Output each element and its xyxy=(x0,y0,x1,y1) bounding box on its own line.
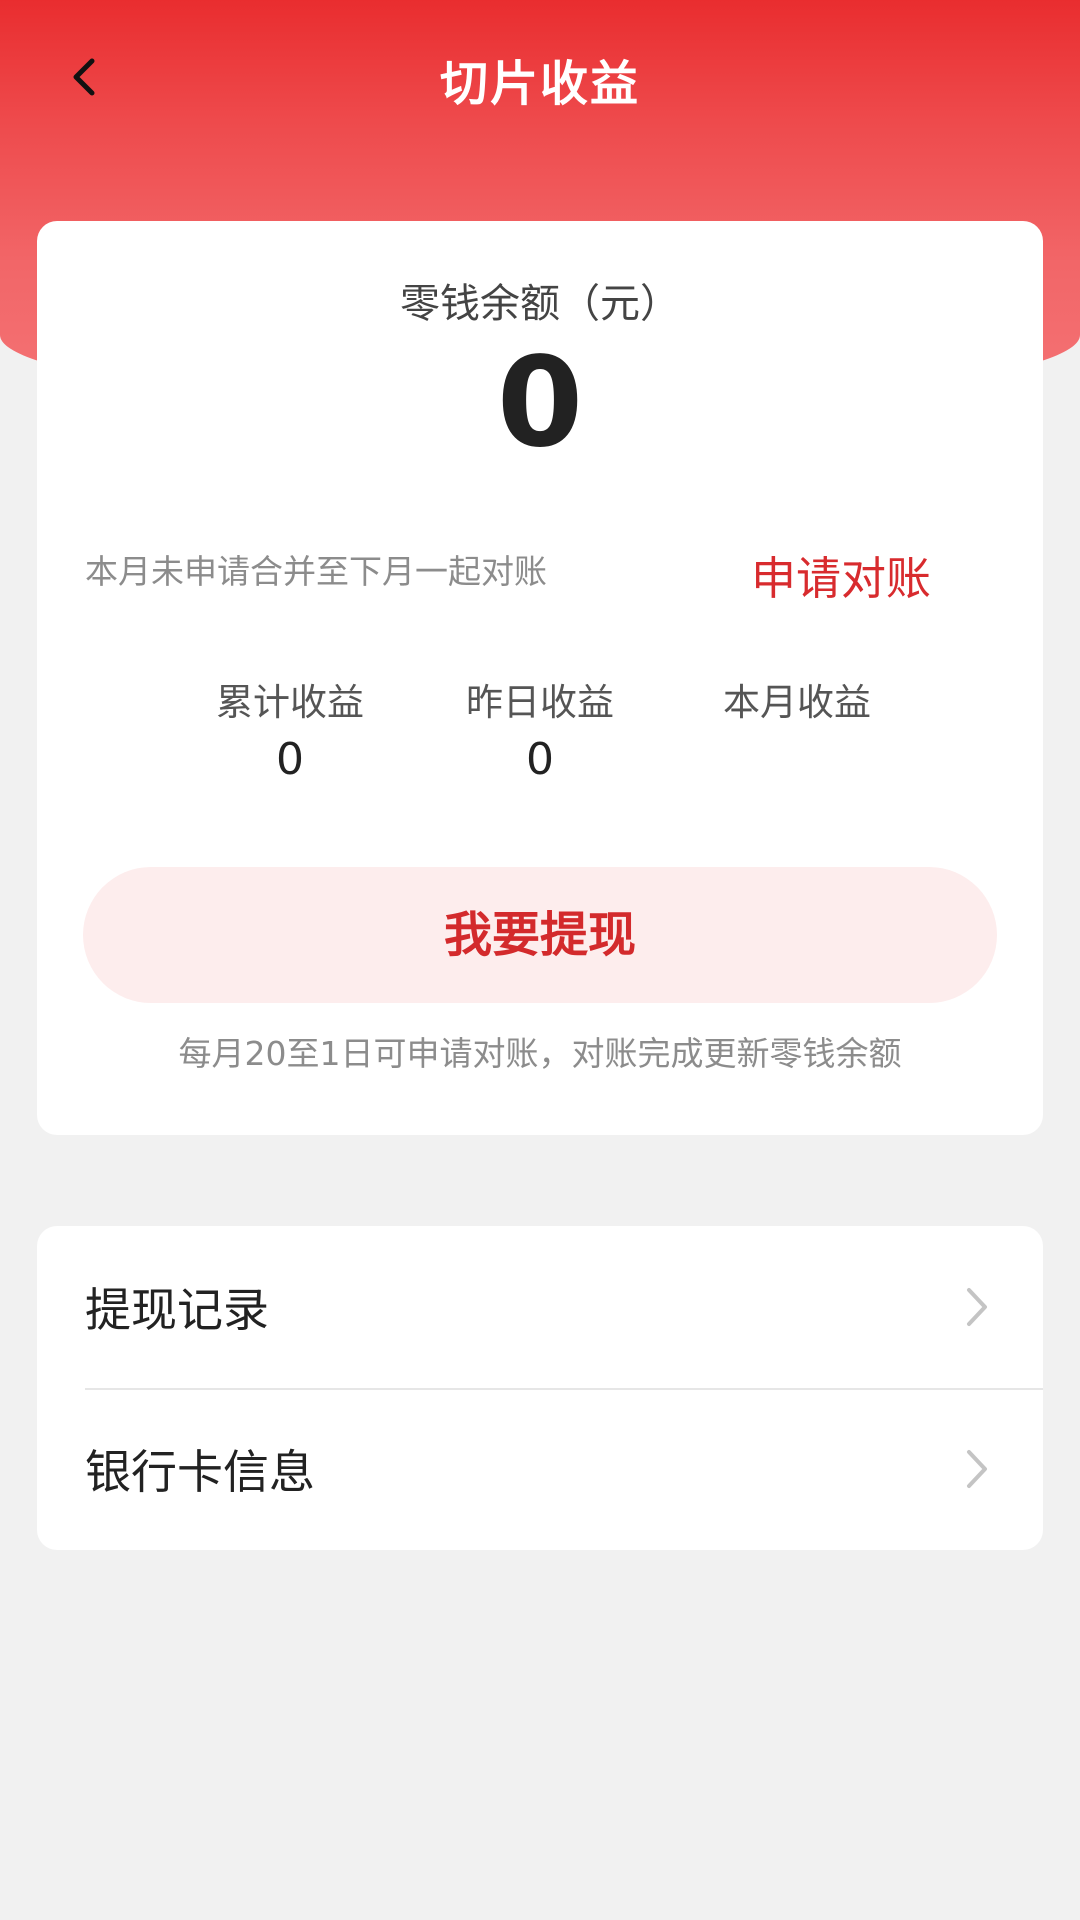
stat-label: 本月收益 xyxy=(723,681,871,724)
stat-total-earnings: 累计收益 0 xyxy=(180,679,400,793)
stat-value: 0 xyxy=(526,734,554,785)
balance-label: 零钱余额（元） xyxy=(400,281,680,327)
stat-label: 昨日收益 xyxy=(466,681,614,724)
menu-item-label: 银行卡信息 xyxy=(85,1445,315,1499)
stat-value: 0 xyxy=(276,734,304,785)
withdraw-hint: 每月20至1日可申请对账，对账完成更新零钱余额 xyxy=(178,1034,902,1073)
menu-item-label: 提现记录 xyxy=(85,1283,269,1337)
chevron-right-icon xyxy=(967,1288,987,1326)
earnings-stats: 累计收益 0 昨日收益 0 本月收益 xyxy=(37,679,1043,799)
apply-reconcile-button[interactable]: 申请对账 xyxy=(751,542,931,607)
stat-yesterday-earnings: 昨日收益 0 xyxy=(430,679,650,793)
menu-item-bank-card-info[interactable]: 银行卡信息 xyxy=(37,1388,1043,1550)
reconcile-notice: 本月未申请合并至下月一起对账 xyxy=(85,552,547,591)
balance-card: 零钱余额（元） 0 本月未申请合并至下月一起对账 申请对账 累计收益 0 昨日收… xyxy=(37,221,1043,1135)
menu-card: 提现记录 银行卡信息 xyxy=(37,1226,1043,1550)
page-title: 切片收益 xyxy=(439,56,640,112)
stat-label: 累计收益 xyxy=(216,681,364,724)
balance-value: 0 xyxy=(496,331,584,475)
chevron-right-icon xyxy=(967,1450,987,1488)
withdraw-button[interactable]: 我要提现 xyxy=(83,867,997,1003)
menu-item-withdraw-records[interactable]: 提现记录 xyxy=(37,1226,1043,1388)
stat-month-earnings: 本月收益 xyxy=(687,679,907,727)
nav-bar: 切片收益 xyxy=(0,0,1080,156)
